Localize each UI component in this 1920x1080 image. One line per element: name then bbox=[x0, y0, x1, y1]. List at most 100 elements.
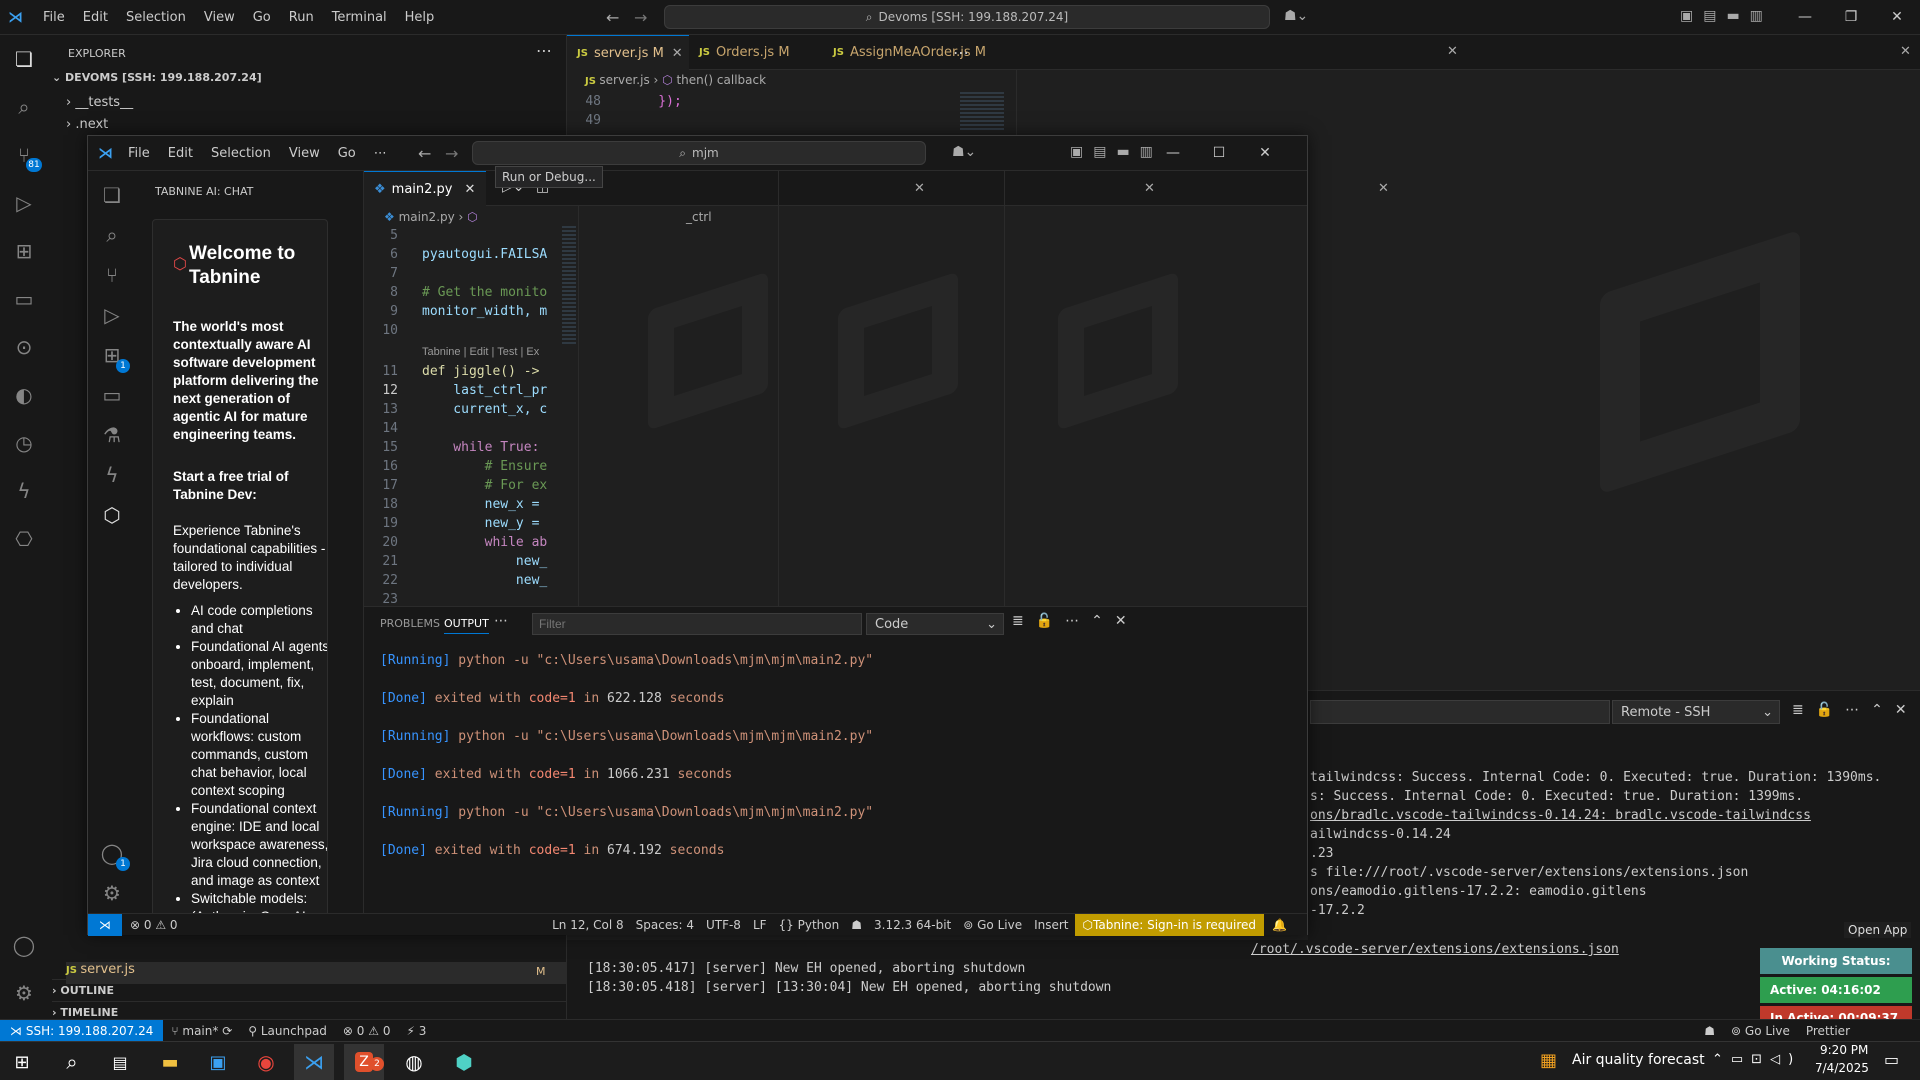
code-line[interactable]: while ab bbox=[422, 533, 548, 552]
copilot-icon[interactable]: ☗⌄ bbox=[952, 144, 976, 160]
code-line[interactable]: current_x, c bbox=[422, 400, 547, 419]
close-icon[interactable]: ✕ bbox=[1144, 181, 1155, 196]
close-icon[interactable]: ✕ bbox=[1900, 44, 1911, 59]
live-share-icon[interactable]: ◐ bbox=[12, 383, 36, 407]
explorer-more-icon[interactable]: ⋯ bbox=[536, 41, 552, 60]
code-line[interactable]: # For ex bbox=[422, 476, 548, 495]
code-line[interactable]: # Ensure bbox=[422, 457, 548, 476]
copilot-status-icon[interactable]: ☗ bbox=[1696, 1024, 1723, 1038]
nav-back-icon[interactable]: ← bbox=[606, 8, 619, 27]
start-button[interactable]: ⊞ bbox=[2, 1044, 42, 1080]
workspace-root[interactable]: ⌄ DEVOMS [SSH: 199.188.207.24] bbox=[52, 71, 262, 93]
menu-view[interactable]: View bbox=[195, 10, 244, 25]
notification-center-icon[interactable]: ▭ bbox=[1884, 1050, 1899, 1069]
close-button[interactable]: ✕ bbox=[1242, 136, 1288, 171]
clock-time[interactable]: 9:20 PM bbox=[1820, 1043, 1868, 1057]
panel-tab-output[interactable]: OUTPUT bbox=[444, 617, 489, 634]
language-mode[interactable]: {} Python bbox=[773, 918, 846, 932]
close-icon[interactable]: ✕ bbox=[1447, 44, 1458, 59]
tab-main2-py[interactable]: ❖ main2.py ✕ bbox=[364, 171, 486, 206]
back-filter-input[interactable] bbox=[1310, 700, 1610, 724]
golive-item[interactable]: ⊚ Go Live bbox=[1723, 1024, 1798, 1038]
panel-actions[interactable]: ≣🔓⋯⌃✕ bbox=[1012, 613, 1139, 629]
thunder-icon[interactable]: ϟ bbox=[12, 479, 36, 503]
restore-button[interactable]: ❐ bbox=[1828, 0, 1874, 35]
code-line[interactable]: new_x = bbox=[422, 495, 540, 514]
golive-item[interactable]: ⊚ Go Live bbox=[957, 918, 1028, 932]
menu-edit[interactable]: Edit bbox=[74, 10, 117, 25]
app-circle-icon[interactable]: ◍ bbox=[394, 1044, 434, 1080]
chrome-icon[interactable]: ◉ bbox=[246, 1044, 286, 1080]
tabnine-status[interactable]: ⬡ Tabnine: Sign-in is required bbox=[1074, 913, 1265, 936]
tab-orders-js[interactable]: JS Orders.js M bbox=[689, 35, 800, 70]
front-command-center[interactable]: ⌕ mjm bbox=[472, 141, 926, 165]
code-line[interactable]: }); bbox=[627, 92, 682, 111]
menu-go[interactable]: Go bbox=[244, 10, 280, 25]
problems-item[interactable]: ⊗ 0 ⚠ 0 bbox=[335, 1024, 399, 1038]
search-icon[interactable]: ⌕ bbox=[12, 95, 36, 119]
minimize-button[interactable]: — bbox=[1782, 0, 1828, 35]
insert-mode[interactable]: Insert bbox=[1028, 918, 1074, 932]
code-line[interactable]: pyautogui.FAILSA bbox=[422, 245, 547, 264]
python-interpreter[interactable]: 3.12.3 64-bit bbox=[868, 918, 957, 932]
breadcrumb-file[interactable]: server.js bbox=[599, 73, 649, 87]
eol[interactable]: LF bbox=[747, 918, 773, 932]
menu-file[interactable]: File bbox=[119, 146, 159, 161]
task-view-icon[interactable]: ▤ bbox=[100, 1044, 140, 1080]
maximize-button[interactable]: ☐ bbox=[1196, 136, 1242, 171]
settings-gear-icon[interactable]: ⚙ bbox=[12, 981, 36, 1005]
breadcrumb-symbol[interactable]: _ctrl bbox=[686, 210, 712, 224]
gitlens-icon[interactable]: ⊙ bbox=[12, 335, 36, 359]
run-debug-icon[interactable]: ▷ bbox=[100, 303, 124, 327]
back-command-center[interactable]: ⌕ Devoms [SSH: 199.188.207.24] bbox=[664, 5, 1270, 29]
close-icon[interactable]: ✕ bbox=[1378, 181, 1389, 196]
store-icon[interactable]: ▣ bbox=[198, 1044, 238, 1080]
close-icon[interactable]: ✕ bbox=[914, 181, 925, 196]
code-line[interactable]: # Get the monito bbox=[422, 283, 547, 302]
menu-selection[interactable]: Selection bbox=[117, 10, 195, 25]
search-icon[interactable]: ⌕ bbox=[100, 223, 124, 247]
panel-more-icon[interactable]: ⋯ bbox=[494, 613, 508, 629]
outline-section[interactable]: › OUTLINE bbox=[52, 979, 571, 1001]
explorer-icon[interactable]: ❏ bbox=[100, 183, 124, 207]
settings-gear-icon[interactable]: ⚙ bbox=[100, 881, 124, 905]
run-debug-icon[interactable]: ▷ bbox=[12, 191, 36, 215]
copilot-icon[interactable]: ☗⌄ bbox=[1284, 8, 1308, 24]
cursor-position[interactable]: Ln 12, Col 8 bbox=[546, 918, 630, 932]
tabnine-icon[interactable]: ⬡ bbox=[100, 503, 124, 527]
open-app-link[interactable]: Open App bbox=[1844, 922, 1912, 938]
launchpad-item[interactable]: ⚲ Launchpad bbox=[240, 1024, 335, 1038]
accounts-icon[interactable]: ◯ bbox=[12, 933, 36, 957]
minimize-button[interactable]: — bbox=[1150, 136, 1196, 171]
nav-forward-icon[interactable]: → bbox=[634, 8, 647, 27]
prettier-item[interactable]: Prettier bbox=[1798, 1024, 1920, 1038]
code-line[interactable]: monitor_width, m bbox=[422, 302, 547, 321]
remote-explorer-icon[interactable]: ▭ bbox=[12, 287, 36, 311]
panel-tab-problems[interactable]: PROBLEMS bbox=[380, 617, 440, 630]
output-channel-select[interactable]: Code ⌄ bbox=[866, 613, 1004, 635]
codelens[interactable]: Tabnine | Edit | Test | Ex bbox=[422, 343, 539, 362]
close-icon[interactable]: ✕ bbox=[465, 182, 476, 197]
branch-item[interactable]: ⑂ main* ⟳ bbox=[163, 1024, 240, 1038]
output-filter-input[interactable] bbox=[532, 613, 862, 635]
layout-icons[interactable]: ▣▤▬▥ bbox=[1680, 8, 1773, 24]
menu-run[interactable]: Run bbox=[280, 10, 323, 25]
file-explorer-icon[interactable]: ▬ bbox=[150, 1044, 190, 1080]
breadcrumb-symbol[interactable]: then() callback bbox=[676, 73, 766, 87]
layout-icons[interactable]: ▣▤▬▥ bbox=[1070, 144, 1163, 160]
menu-edit[interactable]: Edit bbox=[159, 146, 202, 161]
menu-go[interactable]: Go bbox=[329, 146, 365, 161]
menu-terminal[interactable]: Terminal bbox=[323, 10, 396, 25]
tab-assign-js[interactable]: JS AssignMeAOrder.js M bbox=[823, 35, 996, 70]
code-line[interactable]: new_ bbox=[422, 552, 547, 571]
close-button[interactable]: ✕ bbox=[1874, 0, 1920, 35]
copilot-status-icon[interactable]: ☗ bbox=[845, 918, 868, 932]
encoding[interactable]: UTF-8 bbox=[700, 918, 747, 932]
tabs-more-icon[interactable]: ⋯ bbox=[953, 43, 969, 62]
search-icon[interactable]: ⌕ bbox=[52, 1044, 92, 1080]
vscode-taskbar-icon[interactable]: ⋊ bbox=[294, 1044, 334, 1080]
indentation[interactable]: Spaces: 4 bbox=[630, 918, 700, 932]
code-line[interactable]: def jiggle() -> bbox=[422, 362, 539, 381]
thunder-icon[interactable]: ϟ bbox=[100, 463, 124, 487]
tab-server-js[interactable]: JS server.js M ✕ bbox=[567, 35, 689, 70]
